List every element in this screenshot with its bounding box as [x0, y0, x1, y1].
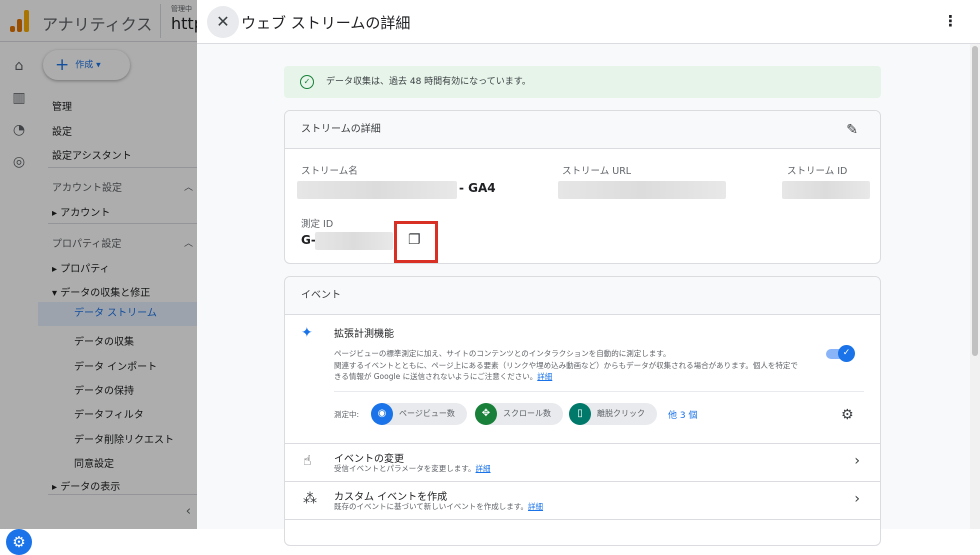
- chip-label: 離脱クリック: [597, 409, 645, 418]
- enhanced-measurement-section: ✦ 拡張計測機能 ページビューの標準測定に加え、サイトのコンテンツとのインタラク…: [285, 315, 880, 443]
- check-icon: ✓: [838, 345, 855, 362]
- enhanced-measurement-title: 拡張計測機能: [334, 329, 394, 340]
- more-vert-icon[interactable]: ⋮: [943, 12, 958, 30]
- card-heading: ストリームの詳細: [301, 124, 381, 135]
- chevron-right-icon: ›: [854, 491, 860, 507]
- mouse-icon: ▯: [569, 403, 591, 425]
- chip-label: スクロール数: [503, 409, 551, 418]
- more-events-link[interactable]: 他 3 個: [668, 408, 697, 421]
- learn-more-link[interactable]: 詳細: [528, 502, 543, 511]
- banner-text: データ収集は、過去 48 時間有効になっています。: [326, 77, 531, 87]
- measurement-id-redacted: [315, 232, 393, 250]
- events-card: イベント ✦ 拡張計測機能 ページビューの標準測定に加え、サイトのコンテンツとの…: [284, 276, 881, 546]
- create-custom-event-row[interactable]: ⁂ カスタム イベントを作成 既存のイベントに基づいて新しいイベントを作成します…: [285, 481, 880, 519]
- measurement-id-label: 測定 ID: [301, 219, 334, 230]
- chip-scrolls[interactable]: ✥ スクロール数: [475, 403, 563, 425]
- touch-hand-icon: ☝: [303, 453, 312, 469]
- chip-label: ページビュー数: [399, 409, 455, 418]
- chip-page-views[interactable]: ◉ ページビュー数: [371, 403, 467, 425]
- enhanced-desc-2: 関連するイベントとともに、ページ上にある要素（リンクや埋め込み動画など）からもデ…: [334, 360, 798, 382]
- web-stream-details-panel: ✕ ウェブ ストリームの詳細 ⋮ ✓ データ収集は、過去 48 時間有効になってい…: [197, 0, 980, 546]
- copy-measurement-id-button[interactable]: ❐: [394, 221, 438, 263]
- close-button[interactable]: ✕: [207, 6, 239, 38]
- panel-title: ウェブ ストリームの詳細: [241, 14, 411, 32]
- panel-header: ✕ ウェブ ストリームの詳細 ⋮: [197, 0, 980, 44]
- row-desc: 受信イベントとパラメータを変更します。: [334, 464, 476, 473]
- measuring-label: 測定中:: [334, 410, 360, 419]
- modal-scrim[interactable]: [0, 0, 197, 529]
- stream-name-label: ストリーム名: [301, 166, 358, 177]
- stream-name-value: - GA4: [459, 181, 496, 195]
- check-circle-icon: ✓: [300, 75, 314, 89]
- eye-icon: ◉: [371, 403, 393, 425]
- chevron-right-icon: ›: [854, 453, 860, 469]
- card-heading: イベント: [301, 290, 341, 301]
- scrollbar[interactable]: [970, 44, 980, 529]
- stream-details-card: ストリームの詳細 ✎ ストリーム名 - GA4 ストリーム URL ストリーム I…: [284, 110, 881, 264]
- row-desc: 既存のイベントに基づいて新しいイベントを作成します。: [334, 502, 529, 511]
- stream-id-label: ストリーム ID: [787, 166, 848, 177]
- stream-name-redacted: [297, 181, 457, 199]
- collection-status-banner: ✓ データ収集は、過去 48 時間有効になっています。: [284, 66, 881, 98]
- stream-url-label: ストリーム URL: [562, 166, 632, 177]
- sparkle-icon: ✦: [301, 325, 313, 341]
- chip-outbound-clicks[interactable]: ▯ 離脱クリック: [569, 403, 657, 425]
- learn-more-link[interactable]: 詳細: [537, 372, 552, 381]
- enhanced-desc-1: ページビューの標準測定に加え、サイトのコンテンツとのインタラクションを自動的に測…: [334, 349, 671, 358]
- copy-icon: ❐: [408, 232, 421, 248]
- click-sparkle-icon: ⁂: [303, 491, 317, 507]
- stream-id-redacted: [782, 181, 870, 199]
- scroll-icon: ✥: [475, 403, 497, 425]
- settings-gear-icon[interactable]: ⚙: [841, 407, 854, 423]
- learn-more-link[interactable]: 詳細: [476, 464, 491, 473]
- edit-pencil-icon[interactable]: ✎: [846, 111, 858, 149]
- next-row[interactable]: [285, 519, 880, 545]
- stream-url-redacted: [558, 181, 726, 199]
- modify-events-row[interactable]: ☝ イベントの変更 受信イベントとパラメータを変更します。詳細 ›: [285, 443, 880, 481]
- enhanced-measurement-toggle[interactable]: ✓: [826, 345, 855, 362]
- measurement-id-value: G-: [301, 233, 316, 247]
- admin-gear-icon[interactable]: ⚙: [6, 529, 32, 555]
